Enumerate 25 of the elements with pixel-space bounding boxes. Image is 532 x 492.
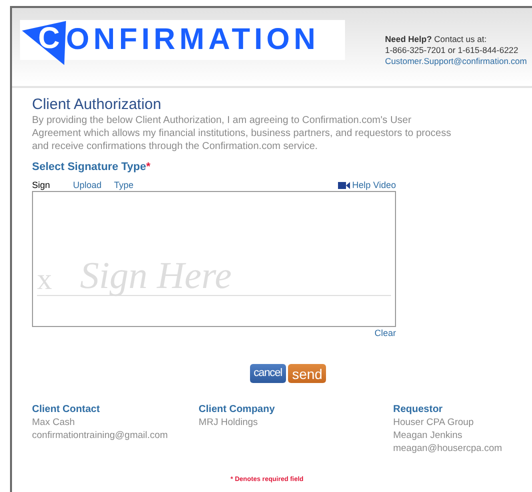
cancel-button[interactable]: cancel (250, 364, 286, 383)
signature-heading: Select Signature Type* (32, 160, 152, 175)
clear-link[interactable]: Clear (374, 326, 396, 340)
contact-detail: Meagan Jenkins (393, 429, 464, 442)
contact-detail: Max Cash (32, 416, 76, 429)
contact-detail: meagan@housercpa.com (393, 442, 504, 455)
video-camera-icon (338, 182, 350, 188)
page-title: Client Authorization (32, 96, 162, 114)
contact-heading: Client Contact (32, 403, 101, 416)
help-text: Need Help? Contact us at: (385, 34, 488, 45)
send-button[interactable]: send (288, 364, 326, 383)
support-email-link[interactable]: Customer.Support@confirmation.com (385, 56, 527, 67)
intro-paragraph: By providing the below Client Authorization, I am agreeing to Confirmation.com's User Agreement which allows my financial institutions, business partners, and requestors to process and receive confirmations through the Confirmation.com service. (32, 114, 452, 153)
logo-text: ONFIRMATION (66, 25, 320, 55)
signature-tab[interactable]: Type (114, 180, 155, 190)
logo-mark: C (22, 21, 66, 65)
signature-tab[interactable]: Upload (73, 180, 114, 190)
contact-heading: Requestor (393, 403, 444, 416)
contact-heading: Client Company (198, 403, 276, 416)
signature-tab[interactable]: Sign (32, 180, 73, 190)
contact-detail: MRJ Holdings (198, 416, 259, 429)
help-phone: 1-866-325-7201 or 1-615-844-6222 (385, 45, 520, 56)
contact-detail: Houser CPA Group (393, 416, 475, 429)
help-video-link[interactable]: Help Video (338, 180, 396, 190)
contact-detail: confirmationtraining@gmail.com (32, 429, 169, 442)
